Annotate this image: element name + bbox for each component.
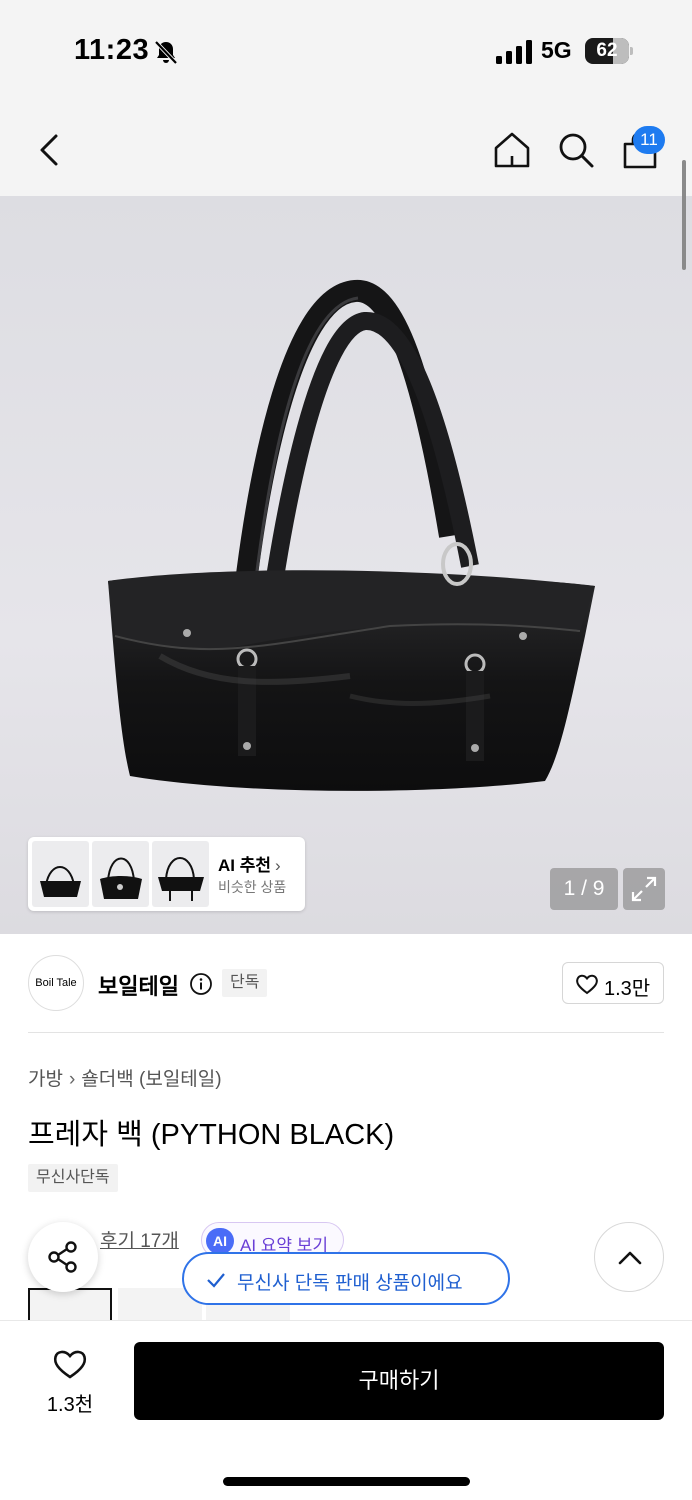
bottom-action-bar: 1.3천 구매하기 [0,1320,692,1500]
breadcrumb-category[interactable]: 가방 [28,1069,63,1090]
scroll-indicator[interactable] [682,160,686,270]
product-image [108,279,595,791]
back-arrow-icon[interactable] [36,130,64,170]
search-icon[interactable] [556,130,596,170]
chevron-up-icon [618,1251,642,1265]
breadcrumb-subcategory[interactable]: 숄더백 (보일테일) [81,1069,221,1090]
home-icon[interactable] [492,130,532,170]
chevron-right-icon: › [275,856,281,875]
bell-off-icon [154,40,178,65]
exclusive-sale-toast: 무신사 단독 판매 상품이에요 [182,1252,510,1305]
expand-icon [631,876,657,902]
chevron-right-icon: › [68,1069,76,1090]
wishlist-button[interactable]: 1.3천 [44,1348,96,1417]
share-button[interactable] [28,1222,98,1292]
brand-like-count: 1.3만 [604,978,651,1000]
home-indicator [223,1477,470,1486]
scroll-to-top-button[interactable] [594,1222,664,1292]
info-icon[interactable] [189,972,213,996]
heart-icon [576,974,598,995]
checkmark-icon [207,1273,225,1288]
exclusive-sale-text: 무신사 단독 판매 상품이에요 [237,1273,463,1294]
product-image-gallery[interactable] [0,196,692,934]
brand-like-button[interactable]: 1.3만 [562,962,664,1004]
status-time: 11:23 [74,34,150,66]
top-navigation [0,100,692,196]
expand-button[interactable] [623,868,665,910]
breadcrumb: 가방 › 숄더백 (보일테일) [28,1064,222,1091]
battery-icon: 62 [585,38,633,64]
divider [28,1032,664,1033]
brand-exclusive-tag: 단독 [222,969,268,997]
similar-product-thumbnail[interactable] [92,841,149,907]
buy-button[interactable]: 구매하기 [134,1342,664,1420]
brand-logo[interactable]: Boil Tale [28,955,84,1011]
ai-recommendation-subtitle: 비슷한 상품 [218,879,287,895]
similar-product-thumbnail[interactable] [152,841,209,907]
share-icon [48,1241,77,1273]
similar-product-thumbnail[interactable] [32,841,89,907]
reviews-link[interactable]: 후기 17개 [100,1226,179,1253]
wishlist-count: 1.3천 [46,1394,94,1416]
product-title: 프레자 백 (PYTHON BLACK) [28,1119,395,1151]
image-counter: 1 / 9 [550,868,618,910]
brand-name[interactable]: 보일테일 [98,969,179,1001]
ai-badge: AI [206,1228,234,1254]
ai-recommendation-title: AI 추천 › [218,856,281,875]
ai-recommendation-card[interactable]: AI 추천 › 비슷한 상품 [28,837,305,911]
musinsa-exclusive-tag: 무신사단독 [28,1164,118,1192]
battery-percent: 62 [596,40,618,61]
network-label: 5G [541,37,572,63]
status-bar: 11:23 5G 62 [0,0,692,100]
cart-count-badge: 11 [633,126,665,154]
review-thumbnail[interactable] [28,1288,112,1320]
signal-icon [496,40,532,64]
heart-icon [53,1350,87,1379]
